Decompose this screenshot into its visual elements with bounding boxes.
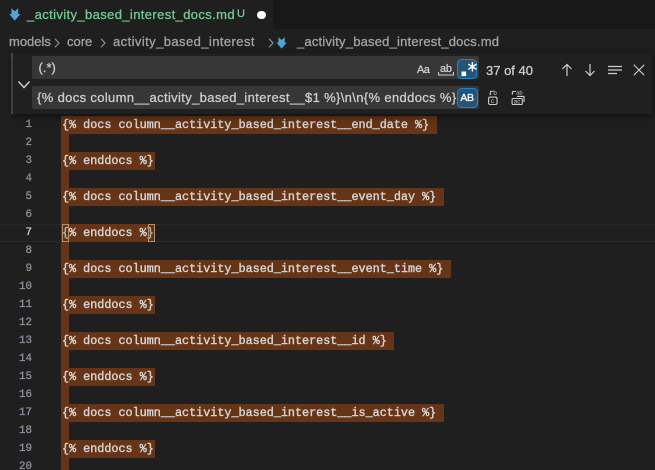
svg-text:c: c xyxy=(491,98,494,105)
svg-text:b: b xyxy=(493,90,497,97)
svg-text:ab: ab xyxy=(516,90,522,96)
svg-text:ac: ac xyxy=(514,99,521,106)
